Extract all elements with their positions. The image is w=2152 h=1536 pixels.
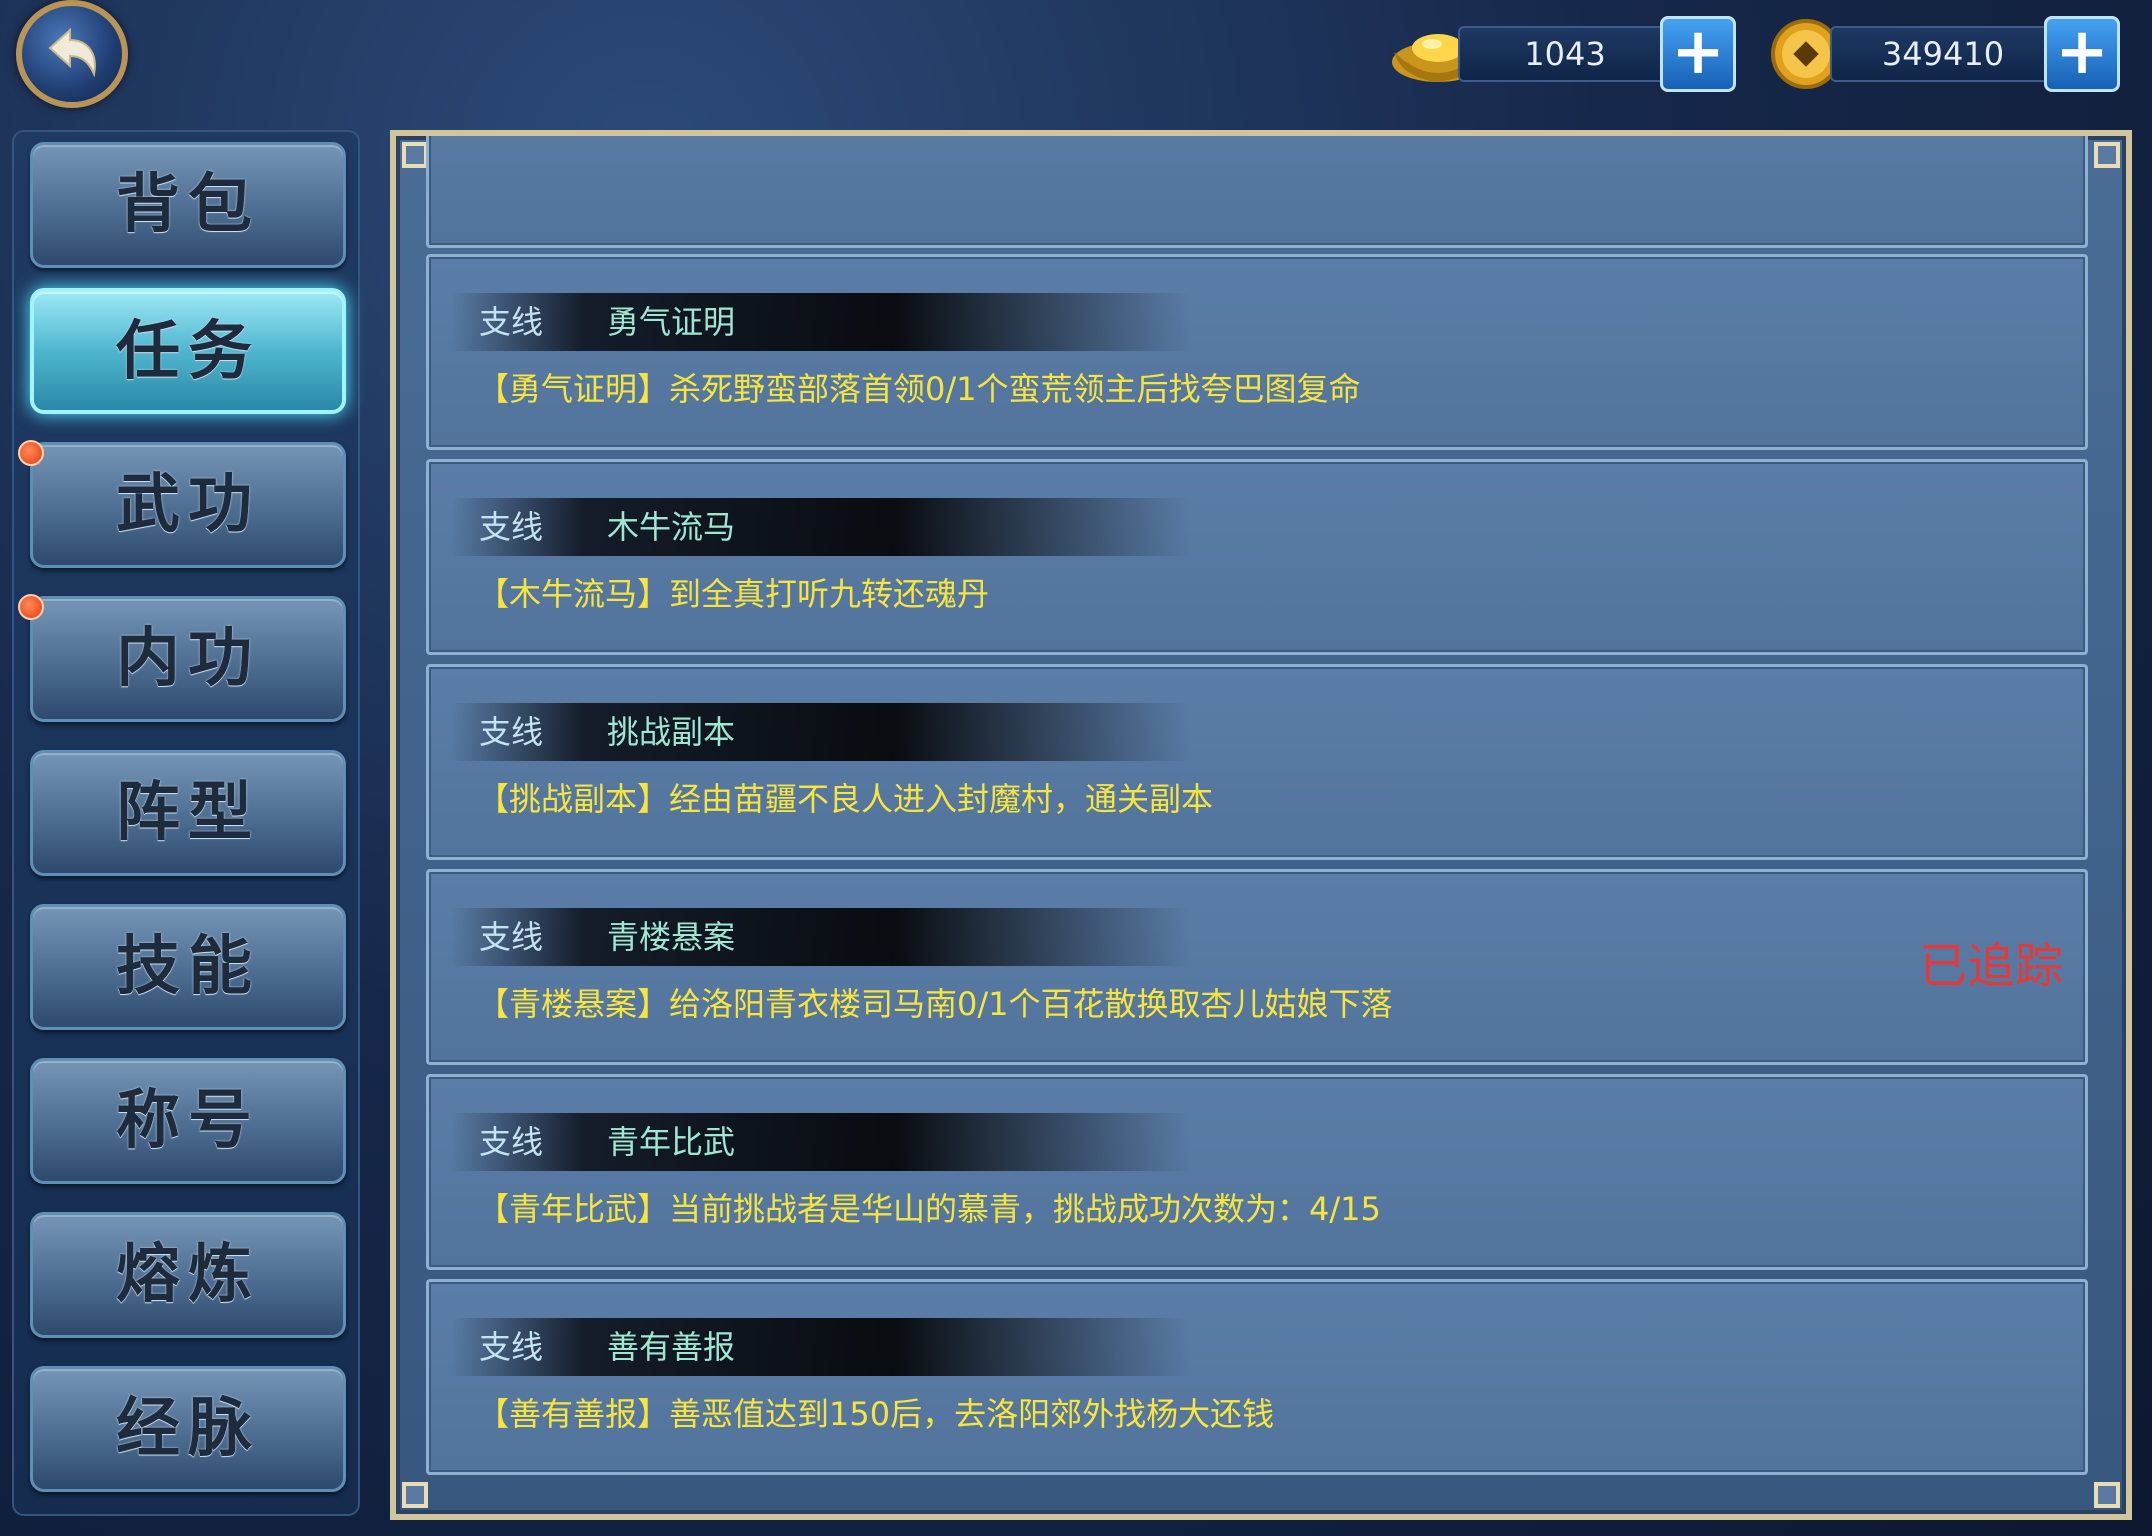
coin-currency: 349410 + <box>1770 16 2120 92</box>
sidebar-item-skills[interactable]: 技能 <box>30 904 346 1030</box>
task-name: 青楼悬案 <box>607 918 736 956</box>
add-gold-button[interactable]: + <box>1660 16 1736 92</box>
task-title-bar <box>451 1318 1191 1376</box>
sidebar-item-inner-power[interactable]: 内功 <box>30 596 346 722</box>
task-item[interactable]: 支线 木牛流马 【木牛流马】到全真打听九转还魂丹 <box>426 459 2088 655</box>
task-type: 支线 <box>479 303 544 341</box>
task-name: 勇气证明 <box>607 303 736 341</box>
task-list-panel[interactable]: 支线 勇气证明 【勇气证明】杀死野蛮部落首领0/1个蛮荒领主后找夸巴图复命 支线… <box>390 130 2132 1520</box>
task-name: 木牛流马 <box>607 508 736 546</box>
corner-ornament <box>402 1482 428 1508</box>
sidebar: 背包 任务 武功 内功 阵型 技能 称号 熔炼 经脉 <box>12 130 360 1516</box>
back-arrow-icon <box>48 27 96 78</box>
task-description: 【青楼悬案】给洛阳青衣楼司马南0/1个百花散换取杏儿姑娘下落 <box>477 985 1393 1023</box>
task-description: 【勇气证明】杀死野蛮部落首领0/1个蛮荒领主后找夸巴图复命 <box>477 370 1361 408</box>
sidebar-item-label: 背包 <box>116 167 260 242</box>
task-title-bar <box>451 498 1191 556</box>
sidebar-item-label: 内功 <box>116 621 260 696</box>
add-coins-button[interactable]: + <box>2044 16 2120 92</box>
tracked-status-label: 已追踪 <box>1918 938 2063 994</box>
task-description: 【木牛流马】到全真打听九转还魂丹 <box>477 575 990 613</box>
task-name: 青年比武 <box>607 1123 736 1161</box>
gold-currency: 1043 + <box>1388 16 1736 92</box>
task-description: 【善有善报】善恶值达到150后，去洛阳郊外找杨大还钱 <box>477 1395 1275 1433</box>
task-type: 支线 <box>479 508 544 546</box>
task-item[interactable]: 支线 善有善报 【善有善报】善恶值达到150后，去洛阳郊外找杨大还钱 <box>426 1279 2088 1475</box>
sidebar-item-label: 称号 <box>116 1083 260 1158</box>
task-item-partial[interactable] <box>426 136 2088 248</box>
corner-ornament <box>2094 1482 2120 1508</box>
task-item[interactable]: 支线 挑战副本 【挑战副本】经由苗疆不良人进入封魔村，通关副本 <box>426 664 2088 860</box>
task-title-bar <box>451 293 1191 351</box>
sidebar-item-formation[interactable]: 阵型 <box>30 750 346 876</box>
sidebar-item-martial-arts[interactable]: 武功 <box>30 442 346 568</box>
sidebar-item-bag[interactable]: 背包 <box>30 142 346 268</box>
gold-amount: 1043 <box>1458 26 1672 82</box>
corner-ornament <box>402 142 428 168</box>
task-title-bar <box>451 703 1191 761</box>
sidebar-item-meridians[interactable]: 经脉 <box>30 1366 346 1492</box>
sidebar-item-smelting[interactable]: 熔炼 <box>30 1212 346 1338</box>
notification-badge <box>18 440 44 466</box>
task-type: 支线 <box>479 1328 544 1366</box>
task-name: 挑战副本 <box>607 713 736 751</box>
notification-badge <box>18 594 44 620</box>
task-title-bar <box>451 908 1191 966</box>
task-name: 善有善报 <box>607 1328 736 1366</box>
task-title-bar <box>451 1113 1191 1171</box>
sidebar-item-tasks[interactable]: 任务 <box>30 288 346 414</box>
task-item[interactable]: 支线 勇气证明 【勇气证明】杀死野蛮部落首领0/1个蛮荒领主后找夸巴图复命 <box>426 254 2088 450</box>
corner-ornament <box>2094 142 2120 168</box>
coin-amount: 349410 <box>1830 26 2056 82</box>
sidebar-item-label: 任务 <box>116 314 260 389</box>
back-button[interactable] <box>16 0 128 108</box>
sidebar-item-titles[interactable]: 称号 <box>30 1058 346 1184</box>
sidebar-item-label: 技能 <box>116 929 260 1004</box>
task-type: 支线 <box>479 918 544 956</box>
sidebar-item-label: 熔炼 <box>116 1237 260 1312</box>
task-item[interactable]: 支线 青楼悬案 【青楼悬案】给洛阳青衣楼司马南0/1个百花散换取杏儿姑娘下落 已… <box>426 869 2088 1065</box>
sidebar-item-label: 阵型 <box>116 775 260 850</box>
task-type: 支线 <box>479 1123 544 1161</box>
sidebar-item-label: 武功 <box>116 467 260 542</box>
task-item[interactable]: 支线 青年比武 【青年比武】当前挑战者是华山的慕青，挑战成功次数为：4/15 <box>426 1074 2088 1270</box>
task-type: 支线 <box>479 713 544 751</box>
task-description: 【挑战副本】经由苗疆不良人进入封魔村，通关副本 <box>477 780 1214 818</box>
sidebar-item-label: 经脉 <box>116 1391 260 1466</box>
task-description: 【青年比武】当前挑战者是华山的慕青，挑战成功次数为：4/15 <box>477 1190 1381 1228</box>
